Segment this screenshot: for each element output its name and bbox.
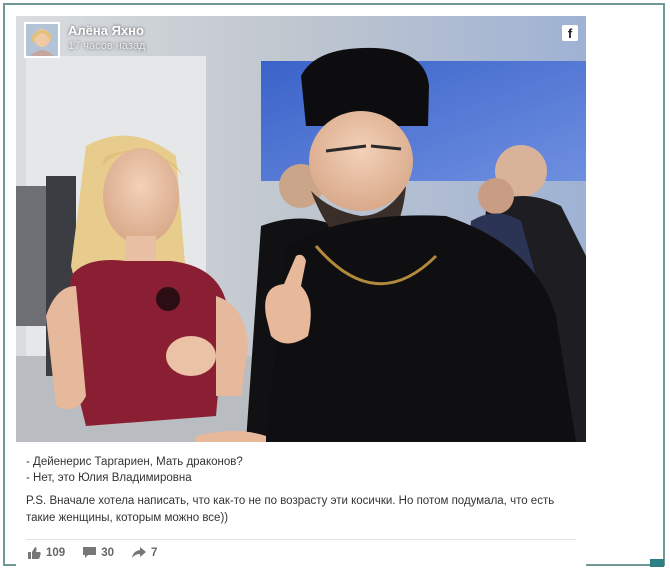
post-caption: - Дейенерис Таргариен, Мать драконов? - … [26,454,576,527]
caption-line-2: - Нет, это Юлия Владимировна [26,472,192,484]
photo-illustration [16,16,586,442]
comments-stat[interactable]: 30 [83,547,114,559]
caption-ps: P.S. Вначале хотела написать, что как-то… [26,495,555,524]
facebook-icon[interactable]: f [562,25,578,41]
post-timestamp[interactable]: 17 часов назад [68,39,145,53]
avatar-image [26,24,58,56]
comments-count: 30 [101,547,114,559]
corner-mark [650,559,664,567]
author-avatar[interactable] [24,22,60,58]
post-author[interactable]: Алёна Яхно 17 часов назад [24,22,145,58]
divider [26,539,576,540]
likes-stat[interactable]: 109 [28,547,65,559]
likes-count: 109 [46,547,66,559]
caption-line-1: - Дейенерис Таргариен, Мать драконов? [26,456,243,468]
post-stats: 109 30 7 [28,547,175,559]
share-icon [131,547,146,558]
author-name[interactable]: Алёна Яхно [68,23,145,39]
comment-icon [83,547,97,558]
thumbs-up-icon [28,547,41,559]
social-post-card: Алёна Яхно 17 часов назад f - Дейенерис … [16,16,586,566]
shares-stat[interactable]: 7 [131,547,158,559]
shares-count: 7 [150,547,158,559]
post-photo[interactable] [16,16,586,442]
